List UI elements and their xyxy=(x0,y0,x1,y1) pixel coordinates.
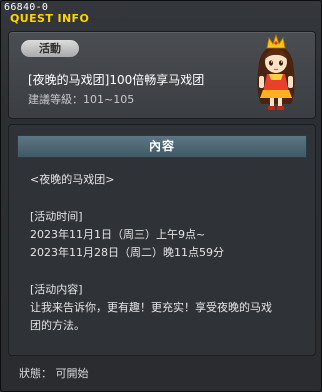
quest-content-panel: 內容 <夜晚的马戏团> [活动时间] 2023年11月1日（周三）上午9点~ 2… xyxy=(8,124,316,356)
npc-portrait xyxy=(257,33,295,110)
quest-name: [夜晚的马戏团]100倍畅享马戏团 xyxy=(28,73,205,87)
content-line: [活动内容] xyxy=(30,283,83,296)
content-line: <夜晚的马戏团> xyxy=(30,173,115,186)
content-line: 2023年11月28日（周二）晚11点59分 xyxy=(30,246,224,259)
window-title: QUEST INFO xyxy=(10,12,90,25)
quest-status: 狀態： 可開始 xyxy=(19,367,89,380)
content-header: 內容 xyxy=(17,135,307,158)
content-line: [活动时间] xyxy=(30,210,83,223)
content-line: 让我来告诉你，更有趣！更充实！享受夜晚的马戏 xyxy=(30,301,272,314)
quest-category-tag: 活動 xyxy=(21,40,79,57)
recommended-level: 建議等級：101~105 xyxy=(28,93,135,106)
content-line: 团的方法。 xyxy=(30,319,85,332)
content-line: 2023年11月1日（周三）上午9点~ xyxy=(30,228,206,241)
quest-summary-panel: 活動 [夜晚的马戏团]100倍畅享马戏团 建議等級：101~105 xyxy=(8,31,316,119)
quest-info-window: 66840-0 QUEST INFO 活動 [夜晚的马戏团]100倍畅享马戏团 … xyxy=(0,0,322,392)
